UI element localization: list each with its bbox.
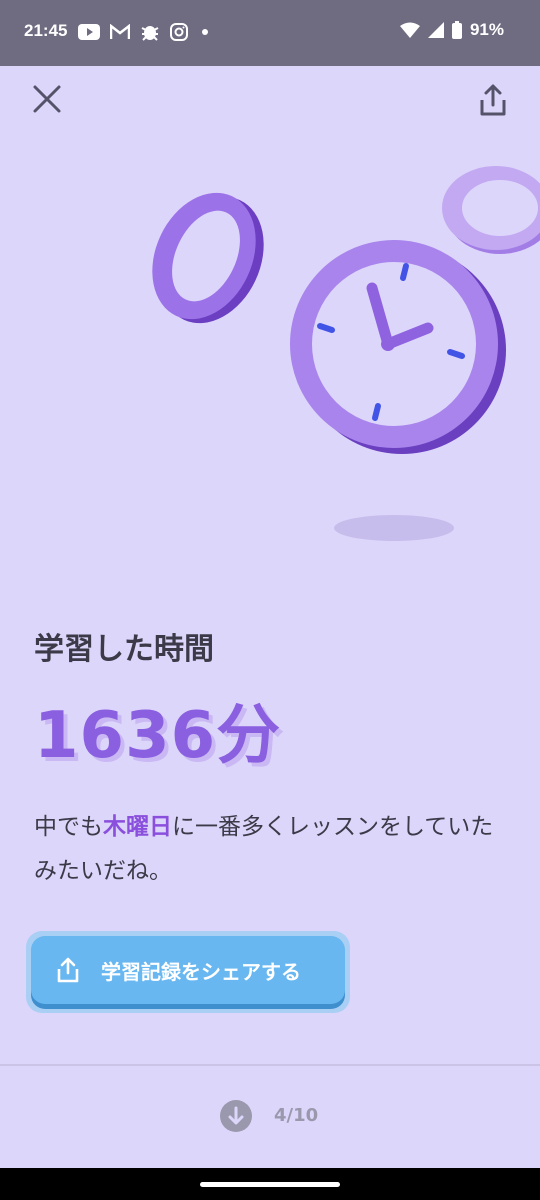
pager: 4/10 xyxy=(0,1098,540,1138)
clock-shadow xyxy=(334,515,454,541)
left-ring-decoration xyxy=(152,192,264,324)
status-time: 21:45 xyxy=(24,21,68,40)
system-nav-bar xyxy=(0,1168,540,1200)
instagram-icon xyxy=(170,23,188,41)
stat-description: 中でも木曜日に一番多くレッスンをしていたみたいだね。 xyxy=(34,805,504,893)
clock-graphic xyxy=(290,240,506,454)
share-icon xyxy=(480,84,506,116)
page-indicator: 4/10 xyxy=(274,1105,319,1126)
close-icon xyxy=(33,85,61,113)
stat-title: 学習した時間 xyxy=(34,632,214,667)
share-record-button[interactable]: 学習記録をシェアする xyxy=(26,931,350,1013)
bug-icon xyxy=(141,26,159,41)
dot-icon xyxy=(202,29,208,35)
share-top-button[interactable] xyxy=(476,82,510,118)
status-bar: 21:45 91% xyxy=(0,0,540,66)
right-ring-decoration xyxy=(442,166,540,254)
wifi-icon xyxy=(399,22,420,38)
minutes-value: 1636分 xyxy=(34,699,282,773)
divider xyxy=(0,1064,540,1066)
notification-icons xyxy=(78,22,212,42)
description-before: 中でも xyxy=(34,814,103,840)
gmail-icon xyxy=(110,24,130,39)
share-record-label: 学習記録をシェアする xyxy=(101,959,301,984)
highlighted-day: 木曜日 xyxy=(103,814,172,840)
arrow-down-icon xyxy=(228,1106,244,1125)
home-gesture-handle[interactable] xyxy=(200,1182,340,1187)
status-right: 91% xyxy=(399,20,504,40)
close-button[interactable] xyxy=(30,82,64,116)
clock-illustration xyxy=(152,166,540,541)
share-icon xyxy=(57,957,79,983)
battery-percentage: 91% xyxy=(469,20,504,39)
signal-icon xyxy=(427,22,444,38)
next-page-button[interactable] xyxy=(220,1100,252,1132)
share-record-button-face[interactable]: 学習記録をシェアする xyxy=(31,936,345,1004)
youtube-icon xyxy=(78,24,100,40)
battery-icon xyxy=(451,21,462,39)
